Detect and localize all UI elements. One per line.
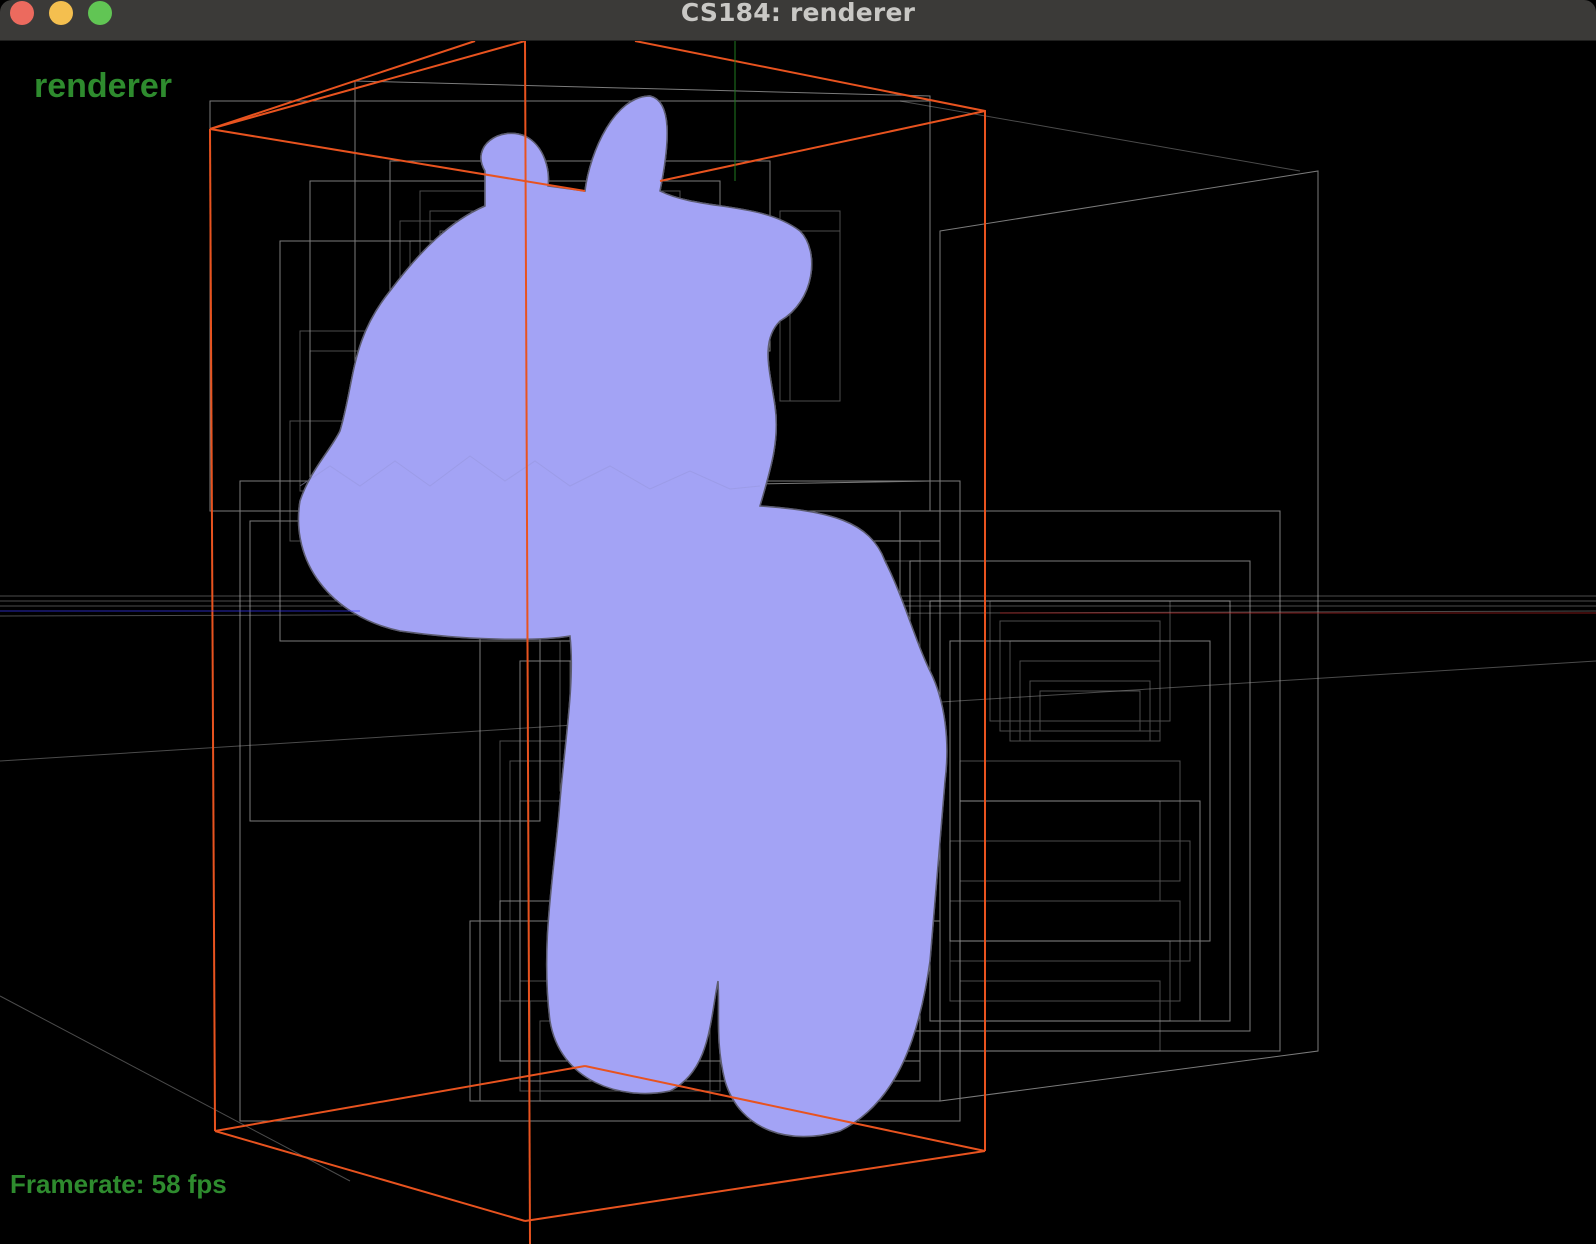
mesh-model xyxy=(297,95,948,1138)
app-label: renderer xyxy=(34,67,172,105)
window-titlebar[interactable]: CS184: renderer xyxy=(0,0,1596,41)
framerate-label: Framerate: 58 fps xyxy=(10,1169,227,1199)
window-title: CS184: renderer xyxy=(680,0,916,27)
renderer-window: CS184: renderer renderer Framerate: 58 f… xyxy=(0,0,1596,1244)
render-viewport[interactable]: renderer Framerate: 58 fps xyxy=(0,41,1596,1244)
scene-canvas xyxy=(0,41,1596,1244)
